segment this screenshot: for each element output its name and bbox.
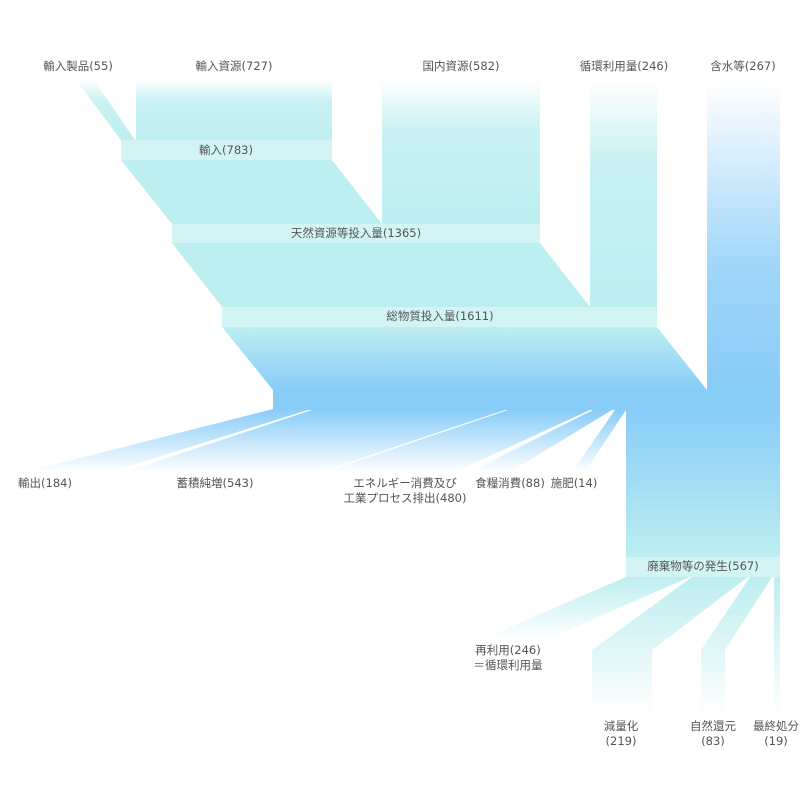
label-natural-return: 自然還元 (83): [690, 719, 736, 749]
label-imported-products: 輸入製品(55): [43, 59, 113, 73]
label-recycled-amount: 循環利用量(246): [579, 59, 669, 73]
label-energy-line1: エネルギー消費及び: [353, 476, 457, 490]
label-reuse-line2: ＝循環利用量: [473, 658, 543, 672]
label-natural-resources-input: 天然資源等投入量(1365): [290, 226, 422, 240]
label-reuse-line1: 再利用(246): [475, 643, 541, 657]
flow-domestic-resources: [382, 80, 540, 224]
flow-imported-products: [76, 80, 135, 140]
flow-water-content: [707, 80, 780, 390]
label-total-material-input: 総物質投入量(1611): [386, 309, 494, 323]
label-imports: 輸入(783): [199, 143, 253, 157]
label-reduction-line2: (219): [605, 734, 637, 748]
label-domestic-resources: 国内資源(582): [422, 59, 500, 73]
label-waste-generation: 廃棄物等の発生(567): [647, 559, 759, 573]
label-water-content: 含水等(267): [710, 59, 776, 73]
label-fertilizer: 施肥(14): [550, 476, 598, 490]
label-natural-return-line2: (83): [701, 734, 725, 748]
flow-total-to-output: [222, 327, 707, 390]
label-reuse: 再利用(246) ＝循環利用量: [474, 643, 543, 673]
label-energy: エネルギー消費及び 工業プロセス排出(480): [344, 476, 467, 506]
label-final-disposal-line2: (19): [764, 734, 788, 748]
material-flow-diagram: 輸入製品(55) 輸入資源(727) 国内資源(582) 循環利用量(246) …: [0, 0, 800, 800]
flow-to-waste: [626, 410, 780, 557]
flow-natural-to-total: [172, 243, 590, 307]
label-food: 食糧消費(88): [475, 476, 545, 490]
label-reduction: 減量化 (219): [604, 719, 639, 749]
label-final-disposal-line1: 最終処分: [753, 719, 799, 733]
label-imported-resources: 輸入資源(727): [195, 59, 273, 73]
flow-recycled-amount: [590, 80, 657, 307]
label-energy-line2: 工業プロセス排出(480): [343, 491, 467, 505]
label-final-disposal: 最終処分 (19): [753, 719, 799, 749]
flow-imported-resources: [136, 80, 332, 140]
label-net-stock: 蓄積純増(543): [176, 476, 254, 490]
label-natural-return-line1: 自然還元: [690, 719, 736, 733]
label-reduction-line1: 減量化: [603, 719, 639, 733]
sankey-canvas: [25, 80, 780, 715]
flow-imports-to-natural: [121, 160, 382, 224]
output-hub: [273, 390, 780, 410]
label-exports: 輸出(184): [18, 476, 72, 490]
flow-final-disposal: [774, 577, 780, 715]
